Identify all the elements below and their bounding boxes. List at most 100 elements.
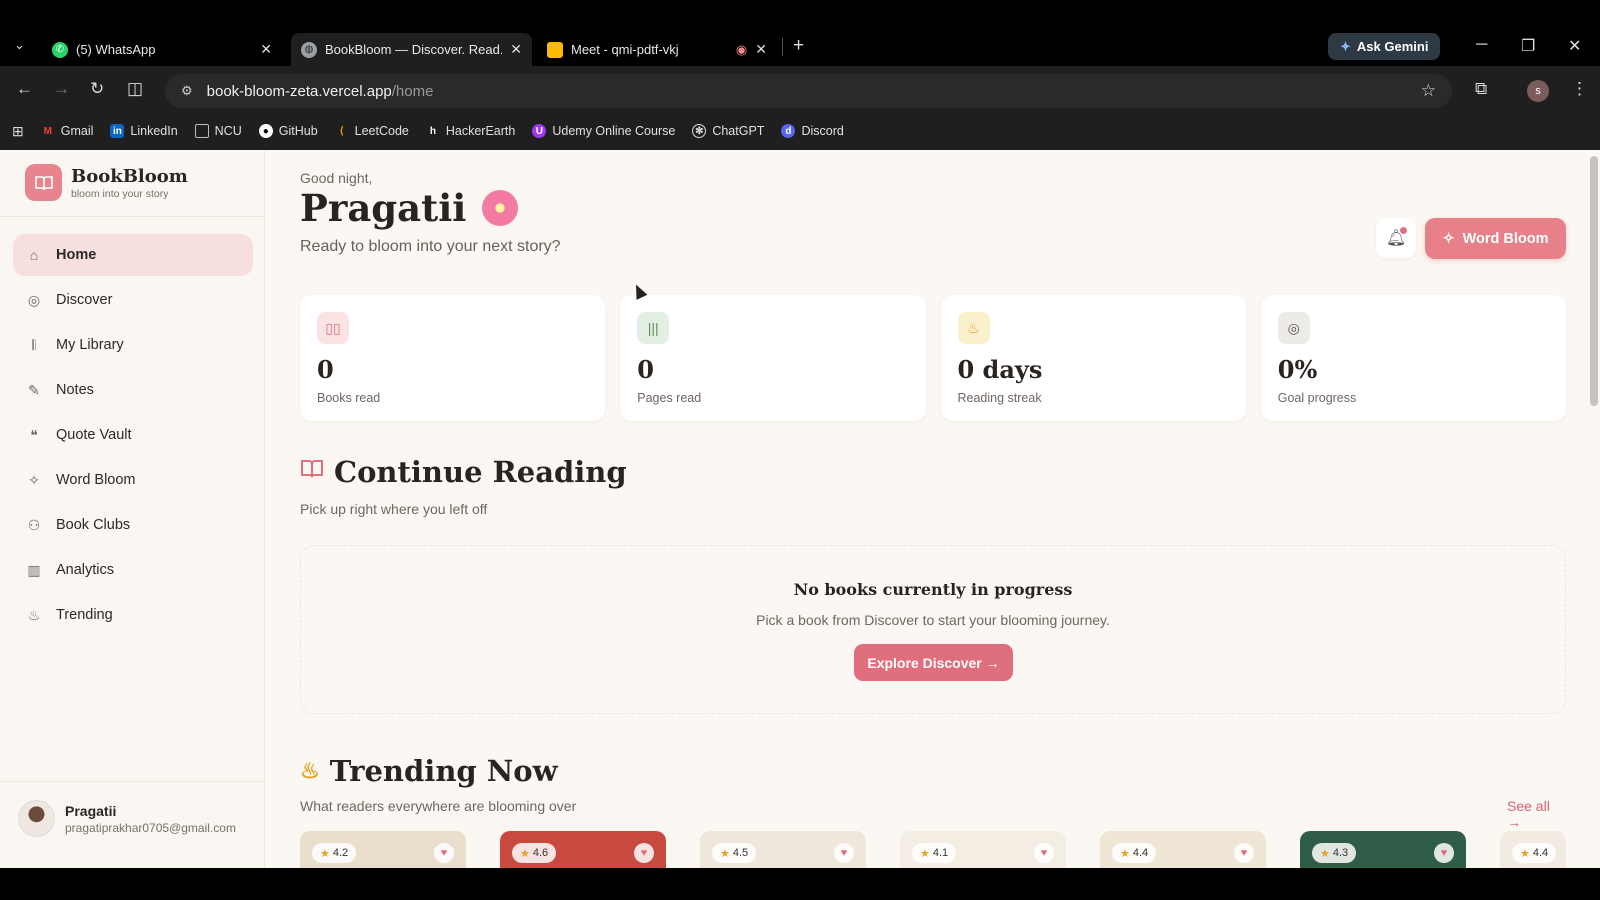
bookmark-hackerearth[interactable]: h HackerEarth <box>426 124 516 138</box>
star-icon: ★ <box>1520 847 1530 860</box>
rating-value: 4.5 <box>732 847 749 859</box>
main-content: Good night, Pragatii Ready to bloom into… <box>300 150 1566 868</box>
stat-card-pages-read: ||| 0 Pages read <box>620 295 926 421</box>
leetcode-icon: ⟨ <box>339 125 344 137</box>
sidebar-item-label: Word Bloom <box>56 472 136 488</box>
star-icon: ★ <box>320 847 330 860</box>
sidebar-item-notes[interactable]: ✎ Notes <box>13 369 253 411</box>
url-host: book-bloom-zeta.vercel.app <box>206 82 392 100</box>
empty-state-title: No books currently in progress <box>793 580 1073 599</box>
extensions-icon[interactable]: ⧉ <box>1475 79 1487 99</box>
forward-icon[interactable]: → <box>53 79 70 99</box>
brand-tagline: bloom into your story <box>71 187 169 200</box>
bookmark-chatgpt[interactable]: ✻ ChatGPT <box>692 124 764 138</box>
sidebar-item-quote-vault[interactable]: ❝ Quote Vault <box>13 414 253 456</box>
section-title: Continue Reading <box>334 455 627 489</box>
continue-reading-heading: Continue Reading <box>300 455 627 489</box>
heart-icon[interactable]: ♥ <box>634 843 654 863</box>
trending-card[interactable]: ★ 4.3 ♥ <box>1300 831 1466 868</box>
rating-badge: ★ 4.1 <box>912 843 957 863</box>
restore-icon[interactable]: ❐ <box>1521 36 1535 56</box>
linkedin-icon: in <box>110 124 125 138</box>
sidebar-item-label: Notes <box>56 382 94 398</box>
site-info-icon[interactable]: ⚙ <box>181 83 193 99</box>
heart-icon[interactable]: ♥ <box>834 843 854 863</box>
user-profile[interactable]: Pragatii pragatiprakhar0705@gmail.com <box>18 800 236 837</box>
bookmark-leetcode[interactable]: ⟨ LeetCode <box>335 124 409 138</box>
trending-card[interactable]: ★ 4.5 ♥ <box>700 831 866 868</box>
reload-icon[interactable]: ↻ <box>90 79 104 99</box>
trending-card[interactable]: ★ 4.6 ♥ <box>500 831 666 868</box>
notifications-button[interactable]: 🔔︎ <box>1376 218 1416 258</box>
close-tab-icon[interactable]: ✕ <box>510 41 522 58</box>
sidebar-item-home[interactable]: ⌂ Home <box>13 234 253 276</box>
sidebar-item-trending[interactable]: ♨ Trending <box>13 594 253 636</box>
section-subtitle: What readers everywhere are blooming ove… <box>300 798 577 814</box>
open-book-icon <box>300 458 324 486</box>
bookmark-ncu[interactable]: NCU <box>194 124 242 138</box>
rating-badge: ★ 4.5 <box>712 843 757 863</box>
explore-discover-button[interactable]: Explore Discover → <box>854 644 1013 681</box>
close-tab-icon[interactable]: ✕ <box>260 41 272 58</box>
heart-icon[interactable]: ♥ <box>1234 843 1254 863</box>
stat-label: Reading streak <box>957 391 1042 405</box>
tab-bookbloom[interactable]: ◍ BookBloom — Discover. Read. B ✕ <box>291 33 532 66</box>
rating-value: 4.4 <box>1532 847 1549 859</box>
back-icon[interactable]: ← <box>16 79 33 99</box>
minimize-icon[interactable]: ─ <box>1476 36 1487 54</box>
bookmark-gmail[interactable]: M Gmail <box>41 124 94 138</box>
home-icon: ⌂ <box>29 247 39 263</box>
bookmark-discord[interactable]: d Discord <box>781 124 844 138</box>
heart-icon[interactable]: ♥ <box>1434 843 1454 863</box>
tab-meet[interactable]: Meet - qmi-pdtf-vkj ◉ ✕ <box>537 33 777 66</box>
word-bloom-button[interactable]: ✧ Word Bloom <box>1425 218 1566 259</box>
trending-now-heading: ♨ Trending Now <box>300 754 558 788</box>
trending-card[interactable]: ★ 4.2 ♥ <box>300 831 466 868</box>
bookmark-star-icon[interactable]: ☆ <box>1421 81 1436 101</box>
tab-search-icon[interactable]: ⌄ <box>14 37 25 53</box>
close-window-icon[interactable]: ✕ <box>1568 36 1581 56</box>
ask-gemini-button[interactable]: ✦ Ask Gemini <box>1328 33 1441 60</box>
empty-state-subtitle: Pick a book from Discover to start your … <box>756 612 1110 628</box>
sidebar-item-word-bloom[interactable]: ✧ Word Bloom <box>13 459 253 501</box>
rating-badge: ★ 4.4 <box>1512 843 1557 863</box>
profile-avatar[interactable]: s <box>1527 80 1549 102</box>
bookmarks-bar: ⊞ M Gmail in LinkedIn NCU ● GitHub ⟨ LeetCod… <box>0 114 1600 148</box>
bookmark-udemy[interactable]: U Udemy Online Course <box>532 124 675 138</box>
menu-icon[interactable]: ⋮ <box>1571 79 1588 99</box>
address-bar[interactable]: ⚙ book-bloom-zeta.vercel.app/home ☆ <box>165 74 1452 108</box>
stat-value: 0 <box>317 355 334 384</box>
hackerearth-icon: h <box>429 125 436 137</box>
bookmark-linkedin[interactable]: in LinkedIn <box>110 124 178 138</box>
sidebar-item-discover[interactable]: ◎ Discover <box>13 279 253 321</box>
empty-state-card: No books currently in progress Pick a bo… <box>300 545 1566 714</box>
stat-label: Goal progress <box>1277 391 1357 405</box>
rating-value: 4.4 <box>1132 847 1149 859</box>
trending-card[interactable]: ★ 4.4 ♥ <box>1100 831 1266 868</box>
see-all-link[interactable]: See all → <box>1507 798 1565 830</box>
split-view-icon[interactable]: ◫ <box>127 79 143 99</box>
notification-dot <box>1400 227 1407 234</box>
trending-card[interactable]: ★ 4.1 ♥ <box>900 831 1066 868</box>
bookmark-github[interactable]: ● GitHub <box>258 124 318 138</box>
tab-whatsapp[interactable]: ✆ (5) WhatsApp ✕ <box>42 33 282 66</box>
sparkle-icon: ✧ <box>1442 230 1455 247</box>
close-tab-icon[interactable]: ✕ <box>755 41 767 58</box>
stat-value: 0% <box>1277 355 1318 384</box>
sidebar-item-analytics[interactable]: ▥ Analytics <box>13 549 253 591</box>
sidebar-item-book-clubs[interactable]: ⚇ Book Clubs <box>13 504 253 546</box>
brand[interactable]: BookBloom bloom into your story <box>25 164 188 201</box>
heart-icon[interactable]: ♥ <box>1034 843 1054 863</box>
stat-card-books-read: ▯▯ 0 Books read <box>300 295 606 421</box>
new-tab-icon[interactable]: + <box>793 35 804 57</box>
apps-grid-icon[interactable]: ⊞ <box>12 123 24 140</box>
open-book-logo-icon <box>25 164 62 201</box>
sidebar-item-my-library[interactable]: 𝄃 My Library <box>13 324 253 366</box>
discord-icon: d <box>781 124 796 138</box>
heart-icon[interactable]: ♥ <box>434 843 454 863</box>
trending-card[interactable]: ★ 4.4 <box>1500 831 1566 868</box>
target-icon: ◎ <box>1277 312 1310 344</box>
flame-icon: ♨ <box>300 758 320 784</box>
page-scrollbar[interactable] <box>1590 156 1598 406</box>
stat-label: Pages read <box>637 391 702 405</box>
